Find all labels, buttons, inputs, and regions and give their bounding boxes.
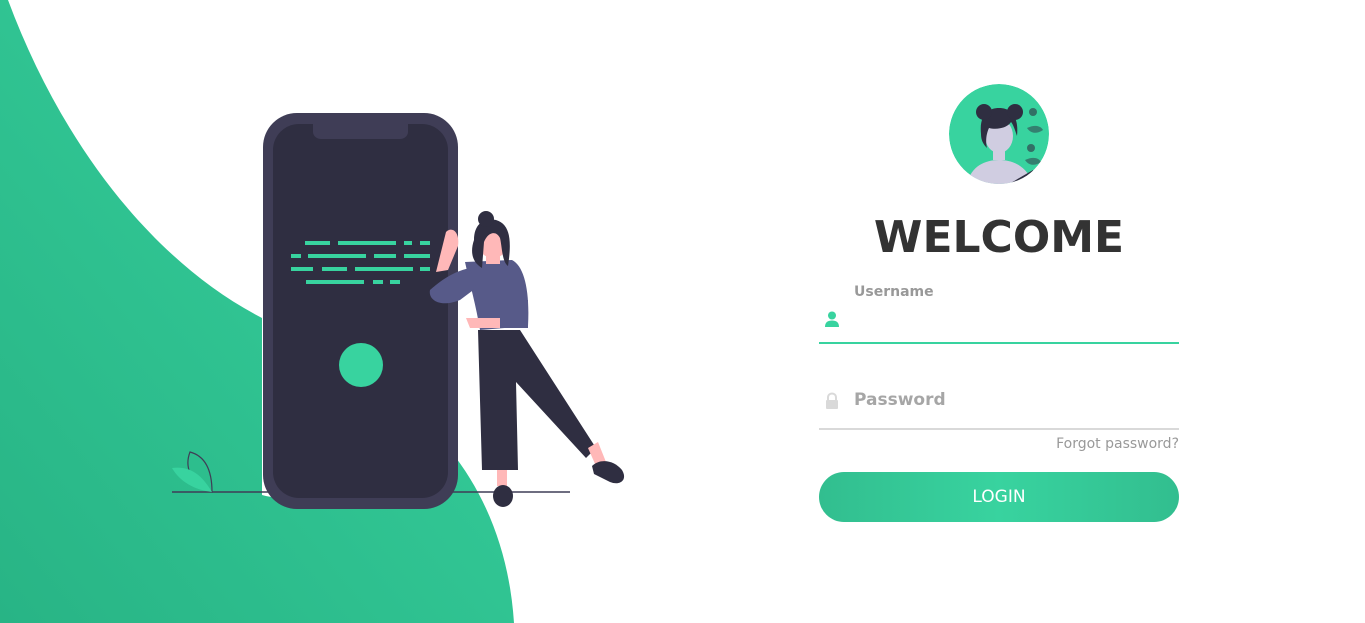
woman-leaning-on-phone-illustration	[172, 113, 625, 509]
user-icon	[825, 311, 839, 327]
woman-graphic	[429, 211, 625, 507]
password-field[interactable]: Password	[819, 370, 1179, 430]
welcome-heading: WELCOME	[873, 212, 1125, 263]
lock-icon	[826, 392, 838, 409]
login-button[interactable]: LOGIN	[819, 472, 1179, 522]
forgot-password-link[interactable]: Forgot password?	[1056, 436, 1179, 452]
leaf-icon	[172, 451, 213, 493]
password-input[interactable]	[854, 398, 1174, 426]
phone-graphic	[263, 113, 458, 509]
username-field[interactable]: Username	[819, 284, 1179, 344]
user-avatar-icon	[949, 84, 1049, 184]
username-input[interactable]	[854, 312, 1174, 340]
login-form: WELCOME Username Password Forgot passwor…	[819, 84, 1179, 524]
username-label: Username	[854, 284, 934, 300]
